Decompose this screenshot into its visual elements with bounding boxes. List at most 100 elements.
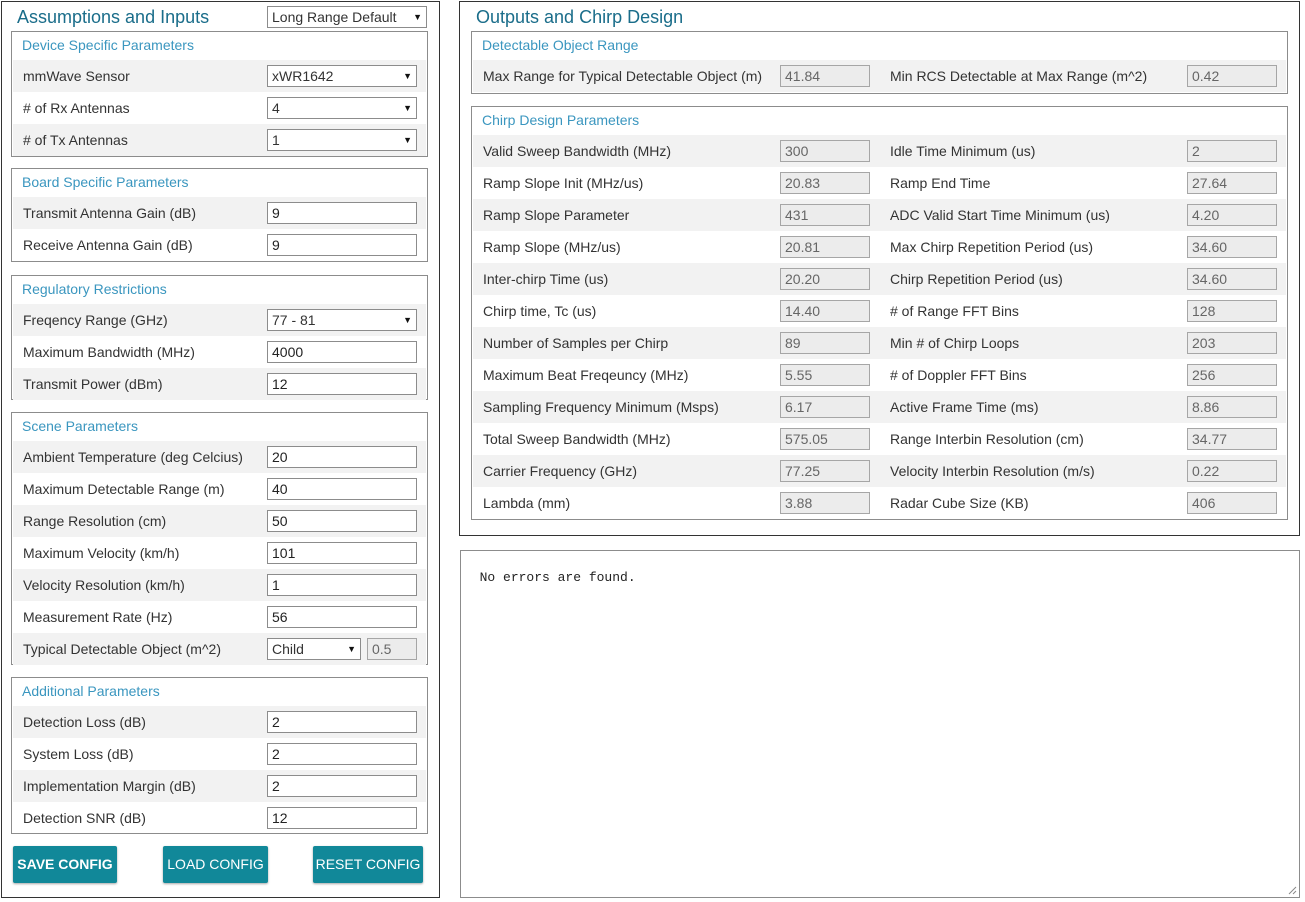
chirp-param-label: Valid Sweep Bandwidth (MHz) [483,143,672,159]
temp-input[interactable]: 20 [267,446,417,468]
tx-gain-label: Transmit Antenna Gain (dB) [23,205,197,221]
chirp-param-value: 6.17 [780,396,870,418]
chirp-param-value: 34.77 [1187,428,1277,450]
detectable-row: Max Range for Typical Detectable Object … [473,60,1286,92]
chirp-param-value: 128 [1187,300,1277,322]
chirp-design-title: Chirp Design Parameters [482,112,640,128]
tx-gain-row: Transmit Antenna Gain (dB) 9 [13,197,426,229]
save-config-button[interactable]: SAVE CONFIG [13,846,117,883]
chirp-row: Ramp Slope Init (MHz/us) 20.83 Ramp End Ti… [473,167,1286,199]
chirp-param-value: 3.88 [780,492,870,514]
velres-label: Velocity Resolution (km/h) [23,577,185,593]
det-loss-input[interactable]: 2 [267,711,417,733]
caret-down-icon: ▼ [403,103,412,113]
snr-input[interactable]: 12 [267,807,417,829]
chirp-row: Chirp time, Tc (us) 14.40 # of Range FFT B… [473,295,1286,327]
velres-row: Velocity Resolution (km/h) 1 [13,569,426,601]
freq-label: Freqency Range (GHz) [23,312,168,328]
scene-params-group: Scene Parameters Ambient Temperature (de… [11,412,428,665]
chirp-row: Carrier Frequency (GHz) 77.25 Velocity Int… [473,455,1286,487]
chirp-param-value: 20.83 [780,172,870,194]
temp-row: Ambient Temperature (deg Celcius) 20 [13,441,426,473]
device-params-title: Device Specific Parameters [22,37,194,53]
reset-config-button[interactable]: RESET CONFIG [313,846,423,883]
profile-select-value: Long Range Default [272,9,397,25]
chirp-param-value: 300 [780,140,870,162]
tx-row: # of Tx Antennas 1 ▼ [13,124,426,156]
detectable-range-group: Detectable Object Range Max Range for Ty… [471,31,1288,94]
rx-label: # of Rx Antennas [23,100,130,116]
chirp-param-value: 27.64 [1187,172,1277,194]
chirp-param-label: # of Doppler FFT Bins [890,367,1027,383]
rx-gain-row: Receive Antenna Gain (dB) 9 [13,229,426,261]
min-rcs-label: Min RCS Detectable at Max Range (m^2) [890,68,1148,84]
tx-gain-input[interactable]: 9 [267,202,417,224]
freq-select[interactable]: 77 - 81 ▼ [267,309,417,331]
tx-label: # of Tx Antennas [23,132,128,148]
regulatory-title: Regulatory Restrictions [22,281,167,297]
max-range-label: Max Range for Typical Detectable Object … [483,68,763,84]
range-input[interactable]: 40 [267,478,417,500]
profile-select[interactable]: Long Range Default ▼ [267,6,427,28]
chirp-param-value: 203 [1187,332,1277,354]
chirp-param-value: 575.05 [780,428,870,450]
power-input[interactable]: 12 [267,373,417,395]
impl-row: Implementation Margin (dB) 2 [13,770,426,802]
range-label: Maximum Detectable Range (m) [23,481,225,497]
chirp-param-label: Idle Time Minimum (us) [890,143,1036,159]
sensor-select[interactable]: xWR1642 ▼ [267,65,417,87]
chirp-param-label: Total Sweep Bandwidth (MHz) [483,431,671,447]
load-config-button[interactable]: LOAD CONFIG [163,846,268,883]
chirp-param-value: 406 [1187,492,1277,514]
chirp-param-label: Velocity Interbin Resolution (m/s) [890,463,1095,479]
rx-gain-input[interactable]: 9 [267,234,417,256]
vel-row: Maximum Velocity (km/h) 101 [13,537,426,569]
object-select[interactable]: Child ▼ [267,638,361,660]
console-text: No errors are found. [479,570,636,585]
rate-row: Measurement Rate (Hz) 56 [13,601,426,633]
sys-loss-label: System Loss (dB) [23,746,134,762]
rx-select[interactable]: 4 ▼ [267,97,417,119]
vel-input[interactable]: 101 [267,542,417,564]
res-input[interactable]: 50 [267,510,417,532]
error-console[interactable]: No errors are found. [460,550,1300,898]
chirp-param-label: Ramp End Time [890,175,991,191]
detectable-range-title: Detectable Object Range [482,37,639,53]
chirp-param-value: 4.20 [1187,204,1277,226]
res-label: Range Resolution (cm) [23,513,167,529]
tx-select-value: 1 [272,132,280,148]
caret-down-icon: ▼ [403,135,412,145]
chirp-param-label: Ramp Slope (MHz/us) [483,239,621,255]
chirp-design-group: Chirp Design Parameters Valid Sweep Band… [471,106,1288,520]
object-row: Typical Detectable Object (m^2) Child ▼ … [13,633,426,665]
chirp-param-label: Chirp Repetition Period (us) [890,271,1063,287]
assumptions-inputs-panel: Assumptions and Inputs Long Range Defaul… [1,1,440,898]
chirp-param-value: 5.55 [780,364,870,386]
sys-loss-input[interactable]: 2 [267,743,417,765]
snr-row: Detection SNR (dB) 12 [13,802,426,834]
assumptions-inputs-title: Assumptions and Inputs [17,7,210,27]
rx-select-value: 4 [272,100,280,116]
chirp-row: Ramp Slope (MHz/us) 20.81 Max Chirp Repeti… [473,231,1286,263]
caret-down-icon: ▼ [403,315,412,325]
impl-input[interactable]: 2 [267,775,417,797]
rx-gain-label: Receive Antenna Gain (dB) [23,237,193,253]
caret-down-icon: ▼ [347,644,356,654]
max-range-field: 41.84 [780,65,870,87]
bw-label: Maximum Bandwidth (MHz) [23,344,195,360]
chirp-row: Ramp Slope Parameter 431 ADC Valid Start T… [473,199,1286,231]
chirp-row: Total Sweep Bandwidth (MHz) 575.05 Range I… [473,423,1286,455]
freq-select-value: 77 - 81 [272,312,316,328]
resize-grip-icon[interactable] [1287,885,1297,895]
chirp-param-label: Min # of Chirp Loops [890,335,1020,351]
rate-input[interactable]: 56 [267,606,417,628]
vel-label: Maximum Velocity (km/h) [23,545,180,561]
chirp-param-label: Radar Cube Size (KB) [890,495,1029,511]
velres-input[interactable]: 1 [267,574,417,596]
range-row: Maximum Detectable Range (m) 40 [13,473,426,505]
rx-row: # of Rx Antennas 4 ▼ [13,92,426,124]
device-params-group: Device Specific Parameters mmWave Sensor… [11,31,428,157]
bw-input[interactable]: 4000 [267,341,417,363]
tx-select[interactable]: 1 ▼ [267,129,417,151]
chirp-param-label: Number of Samples per Chirp [483,335,669,351]
